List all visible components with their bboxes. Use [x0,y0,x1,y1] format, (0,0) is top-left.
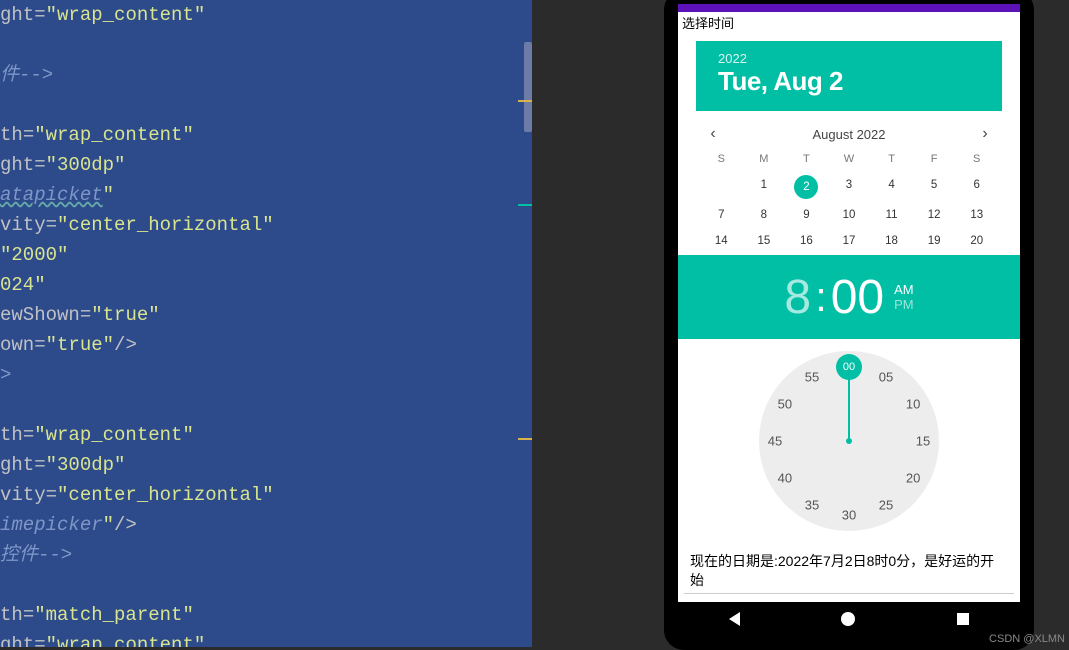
code-line[interactable] [0,390,532,420]
month-label: August 2022 [812,127,885,142]
gutter-marker [518,100,532,102]
calendar-grid: SMTWTFS1234567891011121314151617181920 [678,153,1020,247]
tp-colon: : [811,273,831,321]
datepicker-year[interactable]: 2022 [718,51,980,66]
home-icon[interactable] [841,612,855,626]
tp-hour[interactable]: 8 [784,270,811,325]
code-line[interactable]: 件--> [0,60,532,90]
code-line[interactable]: ght="300dp" [0,150,532,180]
calendar-day[interactable]: 9 [785,209,828,221]
clock-number[interactable]: 50 [778,397,792,412]
pm-label[interactable]: PM [894,297,914,312]
clock-number[interactable]: 05 [879,369,893,384]
clock-number[interactable]: 40 [778,471,792,486]
code-line[interactable]: th="match_parent" [0,600,532,630]
code-line[interactable]: own="true"/> [0,330,532,360]
month-nav: ‹ August 2022 › [678,111,1020,153]
next-month-icon[interactable]: › [976,125,994,143]
am-label[interactable]: AM [894,282,914,297]
code-line[interactable] [0,570,532,600]
calendar-day[interactable]: 14 [700,235,743,247]
calendar-day[interactable]: 17 [828,235,871,247]
calendar-day[interactable]: 10 [828,209,871,221]
calendar-day[interactable]: 1 [743,179,786,195]
code-editor-pane[interactable]: ght="wrap_content" 件--> th="wrap_content… [0,0,532,647]
device-frame: 选择时间 2022 Tue, Aug 2 ‹ August 2022 › SMT… [664,0,1034,650]
code-line[interactable]: 024" [0,270,532,300]
calendar-day[interactable]: 13 [955,209,998,221]
clock-number[interactable]: 55 [805,369,819,384]
android-navbar [678,602,1020,636]
dow-label: M [743,153,786,165]
calendar-day[interactable]: 11 [870,209,913,221]
code-line[interactable]: vity="center_horizontal" [0,210,532,240]
clock-number[interactable]: 30 [842,508,856,523]
code-line[interactable]: ght="wrap_content" [0,0,532,30]
watermark: CSDN @XLMN [989,633,1065,645]
calendar-day[interactable]: 6 [955,179,998,195]
calendar-day[interactable]: 5 [913,179,956,195]
status-text: 现在的日期是:2022年7月2日8时0分，是好运的开始 [684,550,1014,594]
datepicker-date[interactable]: Tue, Aug 2 [718,66,980,97]
code-line[interactable]: ght="wrap_content" [0,630,532,647]
clock-number[interactable]: 45 [768,434,782,449]
dow-label: W [828,153,871,165]
code-line[interactable] [0,90,532,120]
code-line[interactable]: vity="center_horizontal" [0,480,532,510]
gutter-marker [518,204,532,206]
clock-center [846,438,852,444]
calendar-day[interactable]: 20 [955,235,998,247]
clock-face[interactable]: 00 05 10 15 20 25 30 35 40 45 50 55 [759,351,939,531]
code-line[interactable]: atapicket" [0,180,532,210]
calendar-day[interactable]: 16 [785,235,828,247]
code-line[interactable]: 控件--> [0,540,532,570]
calendar-day[interactable]: 15 [743,235,786,247]
calendar-day[interactable]: 18 [870,235,913,247]
datepicker-header: 2022 Tue, Aug 2 [696,41,1002,111]
clock-number[interactable]: 35 [805,498,819,513]
calendar-day[interactable]: 12 [913,209,956,221]
app-title: 选择时间 [678,12,1020,33]
clock-number[interactable]: 10 [906,397,920,412]
dow-label: T [870,153,913,165]
clock-selected[interactable]: 00 [836,354,862,380]
code-line[interactable]: th="wrap_content" [0,120,532,150]
dow-label: S [955,153,998,165]
code-line[interactable] [0,30,532,60]
calendar-day[interactable]: 4 [870,179,913,195]
clock-number[interactable]: 15 [916,434,930,449]
calendar-day[interactable]: 19 [913,235,956,247]
clock-number[interactable]: 20 [906,471,920,486]
tp-minute[interactable]: 00 [831,270,884,325]
dow-label: S [700,153,743,165]
code-line[interactable]: th="wrap_content" [0,420,532,450]
code-line[interactable]: imepicker"/> [0,510,532,540]
clock-number[interactable]: 25 [879,498,893,513]
timepicker-header: 8 : 00 AM PM [678,255,1020,339]
device-screen: 选择时间 2022 Tue, Aug 2 ‹ August 2022 › SMT… [678,4,1020,636]
editor-scrollbar[interactable] [524,42,532,132]
code-line[interactable]: ght="300dp" [0,450,532,480]
code-line[interactable]: ewShown="true" [0,300,532,330]
code-line[interactable]: "2000" [0,240,532,270]
calendar-day[interactable]: 8 [743,209,786,221]
gutter-marker [518,438,532,440]
code-line[interactable]: > [0,360,532,390]
calendar-day [700,179,743,195]
calendar-day[interactable]: 3 [828,179,871,195]
calendar-day[interactable]: 7 [700,209,743,221]
dow-label: F [913,153,956,165]
recents-icon[interactable] [957,613,969,625]
calendar-day[interactable]: 2 [785,179,828,195]
dow-label: T [785,153,828,165]
back-icon[interactable] [729,612,740,626]
prev-month-icon[interactable]: ‹ [704,125,722,143]
status-bar [678,4,1020,12]
